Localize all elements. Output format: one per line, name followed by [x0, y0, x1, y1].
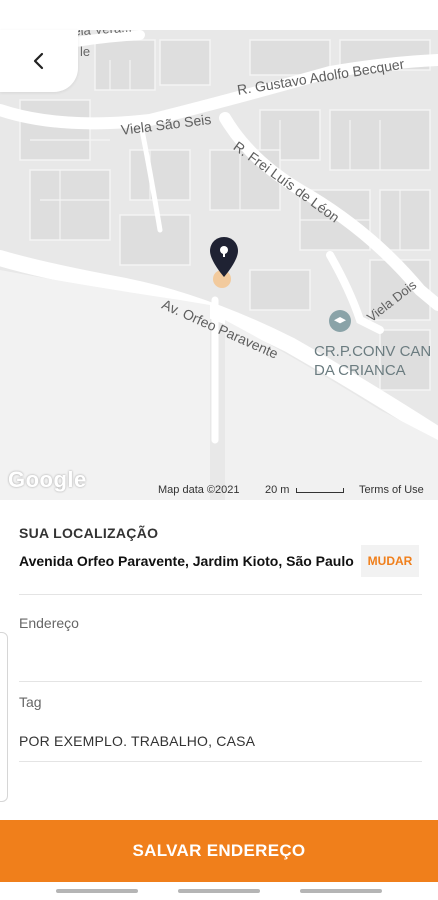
terms-of-use-link[interactable]: Terms of Use	[359, 484, 424, 496]
street-label-partial-left: le	[80, 44, 91, 59]
tag-input[interactable]: POR EXEMPLO. TRABALHO, CASA	[19, 733, 255, 749]
nav-indicator	[300, 889, 382, 893]
chevron-left-icon	[33, 52, 44, 70]
nav-indicator	[178, 889, 260, 893]
location-pin-icon[interactable]	[209, 236, 239, 278]
map-data-credit: Map data ©2021	[158, 484, 240, 496]
save-address-button[interactable]: SALVAR ENDEREÇO	[0, 820, 438, 882]
school-icon	[334, 317, 346, 324]
address-input[interactable]	[19, 640, 422, 680]
address-input-underline	[19, 681, 422, 682]
map-scale-bar	[296, 488, 344, 493]
tag-field-label: Tag	[19, 694, 42, 710]
side-panel-edge	[0, 632, 8, 802]
location-section-title: SUA LOCALIZAÇÃO	[19, 525, 159, 541]
map-scale-label: 20 m	[265, 484, 290, 496]
poi-label-line1: CR.P.CONV CAN	[314, 343, 432, 360]
back-button[interactable]	[0, 30, 78, 92]
nav-indicator	[56, 889, 138, 893]
google-logo: Google	[8, 467, 87, 492]
poi-label-line2: DA CRIANCA	[314, 362, 406, 379]
status-bar	[0, 0, 438, 30]
poi-marker[interactable]	[329, 310, 351, 332]
address-field-label: Endereço	[19, 615, 79, 631]
divider	[19, 594, 422, 595]
map-view[interactable]: Viela Vera... le R. Gustavo Adolfo Becqu…	[0, 30, 438, 500]
tag-input-underline	[19, 761, 422, 762]
change-location-button[interactable]: MUDAR	[361, 545, 419, 577]
current-address: Avenida Orfeo Paravente, Jardim Kioto, S…	[19, 553, 354, 569]
